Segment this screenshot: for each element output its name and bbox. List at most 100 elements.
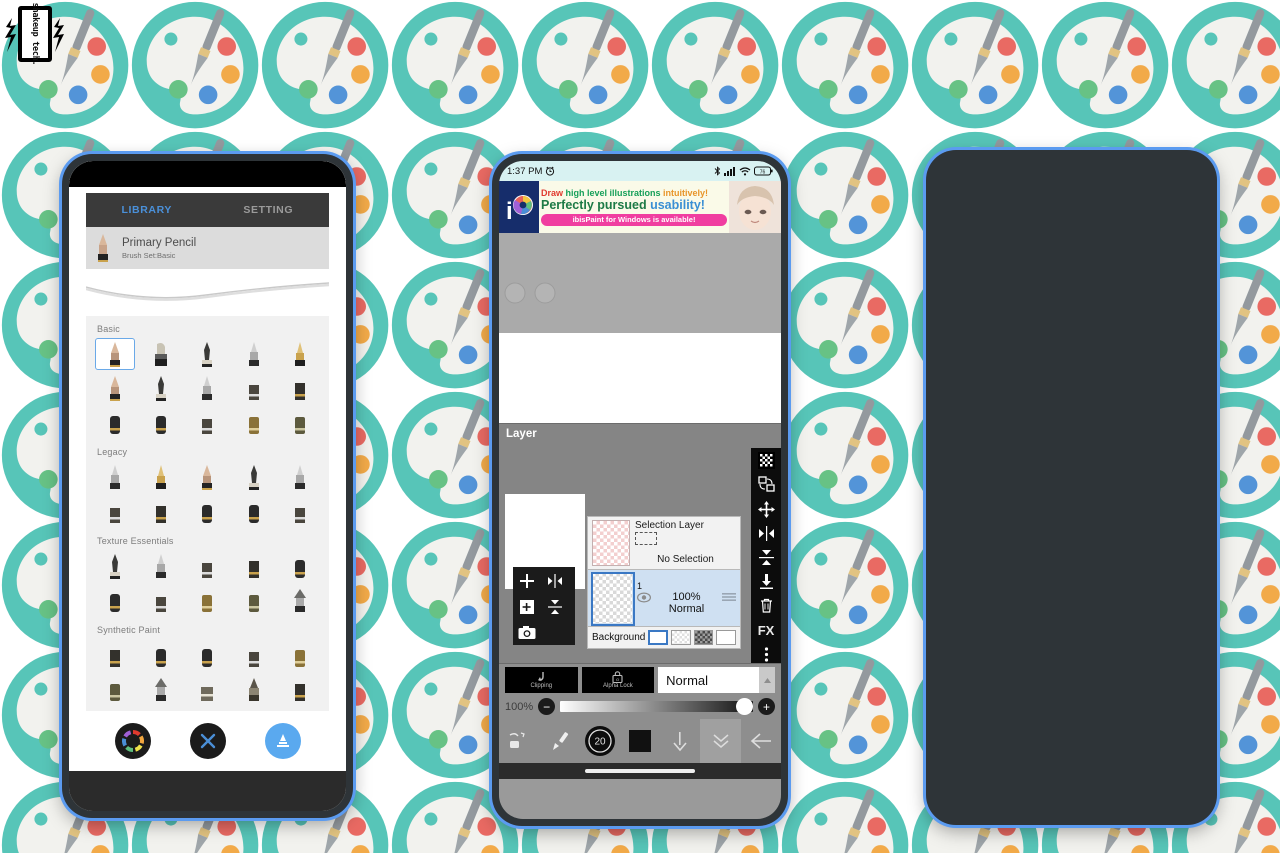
brush-legacy-marker[interactable] <box>138 460 184 494</box>
brush-synth-7[interactable] <box>138 672 184 706</box>
brush-square-brush[interactable] <box>231 371 277 405</box>
brush-sections-list[interactable]: Basic Legacy Texture Essentials Synthetic P… <box>86 316 329 746</box>
brush-size-dial[interactable]: 20 <box>580 719 620 763</box>
transform-select-tool[interactable] <box>499 719 539 763</box>
blend-mode-select[interactable]: Normal <box>658 667 776 693</box>
alpha-lock-button[interactable]: α Alpha Lock <box>581 667 655 693</box>
collapse-tool[interactable] <box>700 719 741 763</box>
brush-synth-3[interactable] <box>184 638 230 672</box>
brush-stamp-square[interactable] <box>184 405 230 439</box>
brush-legacy-round[interactable] <box>277 460 323 494</box>
canvas-area-top[interactable] <box>499 233 781 333</box>
tab-setting[interactable]: SETTING <box>208 204 330 216</box>
brush-texture-2[interactable] <box>138 549 184 583</box>
brush-synth-4[interactable] <box>231 638 277 672</box>
brush-stamp-round[interactable] <box>138 405 184 439</box>
brush-synth-6[interactable] <box>92 672 138 706</box>
brush-airbrush[interactable] <box>92 371 138 405</box>
flip-vertical-icon[interactable] <box>755 549 777 566</box>
brush-synth-2[interactable] <box>138 638 184 672</box>
brush-texture-3[interactable] <box>184 549 230 583</box>
brush-gold-nib[interactable] <box>277 337 323 371</box>
download-tool[interactable] <box>660 719 700 763</box>
flip-horizontal-icon[interactable] <box>755 525 777 542</box>
opacity-slider-knob[interactable] <box>736 698 753 715</box>
lightning-bolt-icon <box>53 18 64 52</box>
color-wheel-button[interactable] <box>114 723 151 759</box>
current-brush-name: Primary Pencil <box>122 237 197 250</box>
brush-tool[interactable] <box>539 719 579 763</box>
brush-synth-1[interactable] <box>92 638 138 672</box>
camera-import-button[interactable] <box>515 620 539 644</box>
brush-texture-9[interactable] <box>231 583 277 617</box>
opacity-decrease-button[interactable]: − <box>538 698 556 715</box>
ad-banner[interactable]: i Draw high level illustrations intuitiv… <box>499 181 781 233</box>
brush-texture-1[interactable] <box>92 549 138 583</box>
current-brush-row[interactable]: Primary Pencil Brush Set:Basic <box>86 227 329 269</box>
tab-library[interactable]: LIBRARY <box>86 204 208 216</box>
add-layer-button[interactable] <box>515 569 539 593</box>
brush-legacy-nib[interactable] <box>184 494 230 528</box>
back-tool[interactable] <box>741 719 781 763</box>
brush-texture-5[interactable] <box>277 549 323 583</box>
layer-action-cluster <box>513 567 575 645</box>
color-swatch-tool[interactable] <box>620 719 660 763</box>
brush-legacy-dip[interactable] <box>184 460 230 494</box>
move-icon[interactable] <box>755 500 777 518</box>
brush-synth-10[interactable] <box>277 672 323 706</box>
flip-vertical-button[interactable] <box>543 595 567 619</box>
opacity-increase-button[interactable]: + <box>758 698 775 715</box>
brush-felt-pen[interactable] <box>231 337 277 371</box>
brush-pencil[interactable] <box>92 337 138 371</box>
checkerboard-transparency-icon[interactable] <box>755 452 777 470</box>
more-kebab-icon[interactable] <box>755 646 777 663</box>
selection-layer-row[interactable]: Selection Layer No Selection <box>588 517 740 569</box>
brush-flat-brush[interactable] <box>277 371 323 405</box>
eye-icon[interactable] <box>637 592 651 603</box>
brush-synth-5[interactable] <box>277 638 323 672</box>
brush-texture-7[interactable] <box>138 583 184 617</box>
drag-handle-icon[interactable] <box>722 592 736 602</box>
brush-dip-pen[interactable] <box>184 337 230 371</box>
fx-button[interactable]: FX <box>755 622 777 639</box>
brush-pencil-soft[interactable] <box>184 371 230 405</box>
bg-swatch-white[interactable] <box>648 630 669 645</box>
close-button[interactable] <box>189 723 226 759</box>
brush-stamp-gold[interactable] <box>231 405 277 439</box>
clipping-button[interactable]: Clipping <box>505 667 578 693</box>
brush-stamp-olive[interactable] <box>277 405 323 439</box>
opacity-slider[interactable] <box>560 698 753 715</box>
layer-opacity: 100% <box>672 591 701 603</box>
lightning-bolt-icon <box>5 18 16 52</box>
brush-eraser-block[interactable] <box>138 337 184 371</box>
brush-synth-8[interactable] <box>184 672 230 706</box>
brush-legacy-block[interactable] <box>231 494 277 528</box>
flip-horizontal-button[interactable] <box>543 569 567 593</box>
brush-legacy-pen[interactable] <box>92 460 138 494</box>
brush-texture-10[interactable] <box>277 583 323 617</box>
brush-legacy-eraser[interactable] <box>277 494 323 528</box>
brush-thumb-icon <box>202 342 213 367</box>
duplicate-layer-button[interactable] <box>515 595 539 619</box>
chevron-up-icon[interactable] <box>759 667 776 693</box>
bg-swatch-transparent-dark[interactable] <box>693 630 714 645</box>
brush-legacy-thin[interactable] <box>92 494 138 528</box>
brush-legacy-flat[interactable] <box>231 460 277 494</box>
brush-apply-button[interactable] <box>264 723 301 759</box>
brush-texture-6[interactable] <box>92 583 138 617</box>
brush-stamp-dark[interactable] <box>92 405 138 439</box>
bg-swatch-transparent-light[interactable] <box>671 630 691 645</box>
transform-icon[interactable] <box>755 476 777 493</box>
brush-synth-9[interactable] <box>231 672 277 706</box>
brush-marker[interactable] <box>138 371 184 405</box>
brush-legacy-soft[interactable] <box>138 494 184 528</box>
brush-texture-8[interactable] <box>184 583 230 617</box>
layer-row[interactable]: 1 100% Normal <box>588 569 740 627</box>
brush-texture-4[interactable] <box>231 549 277 583</box>
merge-down-icon[interactable] <box>755 573 777 590</box>
section-label-basic: Basic <box>97 324 121 334</box>
bg-swatch-plain[interactable] <box>716 630 736 645</box>
trash-icon[interactable] <box>755 597 777 614</box>
canvas-area-white[interactable] <box>499 333 781 423</box>
brush-thumb-icon <box>156 649 167 667</box>
